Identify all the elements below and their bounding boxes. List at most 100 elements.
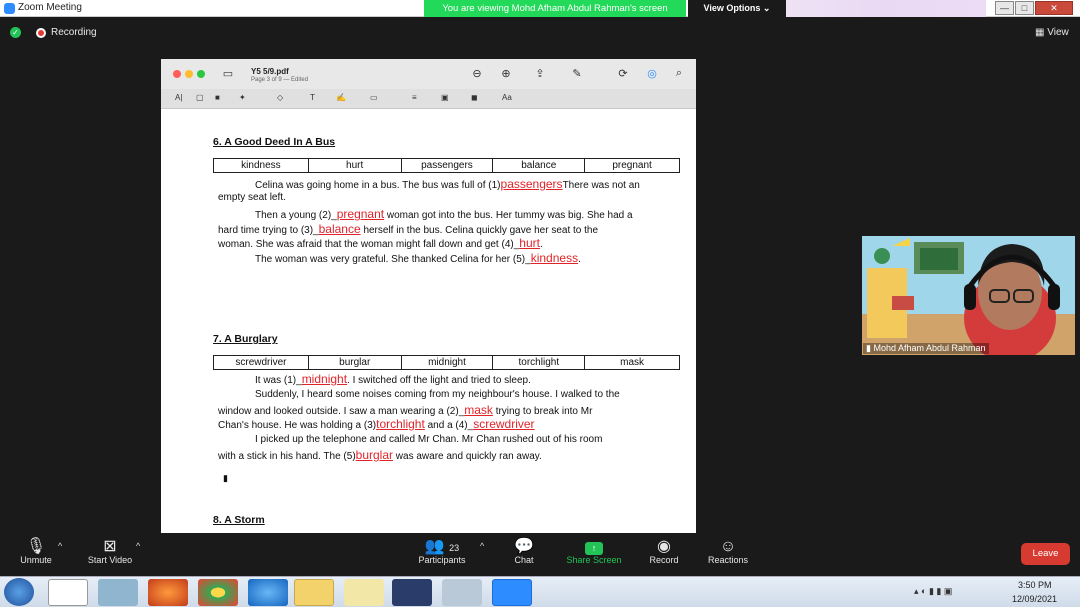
word-cell: torchlight <box>492 355 586 370</box>
text-line: woman. She was afraid that the woman mig… <box>218 236 543 250</box>
sticky-notes-icon[interactable] <box>344 579 384 606</box>
answer-text: balance <box>318 222 361 236</box>
media-player-icon[interactable] <box>392 579 432 606</box>
view-button[interactable]: ▦ View <box>1035 27 1069 38</box>
video-options-chevron-icon[interactable]: ^ <box>136 541 140 551</box>
start-menu-icon[interactable] <box>4 578 34 606</box>
answer-text: screwdriver <box>473 417 535 431</box>
view-label: View <box>1047 27 1069 38</box>
chat-bubble-icon: 💬 <box>514 538 534 555</box>
windows-taskbar: ▴ ◐ ▮ ▮ ▣ <box>0 576 1080 607</box>
text-fragment: window and looked outside. I saw a man w… <box>218 406 465 417</box>
recording-label[interactable]: Recording <box>51 27 97 38</box>
taskbar-clock-time[interactable]: 3:50 PM <box>1018 580 1052 590</box>
reactions-button[interactable]: ☺ Reactions <box>703 533 753 565</box>
unmute-button[interactable]: 🎙 Unmute <box>14 533 58 565</box>
zoom-taskbar-icon[interactable] <box>492 579 532 606</box>
text-line: hard time trying to (3)_balance herself … <box>218 222 598 236</box>
participant-name-label: ▮ Mohd Afham Abdul Rahman <box>863 343 989 354</box>
security-shield-icon[interactable]: ✓ <box>10 27 21 38</box>
participants-options-chevron-icon[interactable]: ^ <box>480 541 484 551</box>
window-title: Zoom Meeting <box>18 2 82 13</box>
text-line: Celina was going home in a bus. The bus … <box>255 177 640 191</box>
word-cell: kindness <box>213 158 309 173</box>
video-feed-image <box>862 236 1075 355</box>
calculator-icon[interactable] <box>442 579 482 606</box>
share-screen-label: Share Screen <box>566 555 622 565</box>
text-line: with a stick in his hand. The (5)burglar… <box>218 448 542 462</box>
view-options-button[interactable]: View Options ⌄ <box>688 0 786 17</box>
view-options-label: View Options <box>703 3 761 13</box>
text-fragment: Celina was going home in a bus. The bus … <box>255 180 501 191</box>
section-heading: 6. A Good Deed In A Bus <box>213 136 336 148</box>
text-line: I picked up the telephone and called Mr … <box>255 434 603 445</box>
maximize-button[interactable]: □ <box>1015 1 1034 15</box>
text-line: It was (1)_midnight. I switched off the … <box>255 372 531 386</box>
cursor-icon: ▮ <box>223 473 228 483</box>
text-fragment: Then a young (2)_ <box>255 210 337 221</box>
viewing-screen-banner: You are viewing Mohd Afham Abdul Rahman'… <box>424 0 686 17</box>
share-screen-button[interactable]: ↑ Share Screen <box>563 533 625 565</box>
emoji-smile-icon: ☺ <box>719 538 737 555</box>
microphone-muted-icon: 🎙 <box>25 538 47 555</box>
shared-pdf-window: ▭ Y5 5/9.pdf Page 3 of 9 — Edited ⊖ ⊕ ⇪ … <box>161 59 696 533</box>
answer-text: kindness <box>530 251 579 265</box>
text-fragment: trying to break into Mr <box>495 406 593 417</box>
taskbar-app-icon[interactable] <box>98 579 138 606</box>
text-line: Chan's house. He was holding a (3)torchl… <box>218 417 535 431</box>
taskbar-app-icon[interactable] <box>48 579 88 606</box>
participant-video-tile[interactable] <box>862 236 1075 355</box>
chrome-icon[interactable] <box>198 579 238 606</box>
audio-options-chevron-icon[interactable]: ^ <box>58 541 62 551</box>
text-fragment: herself in the bus. Celina quickly gave … <box>363 225 599 236</box>
word-cell: balance <box>492 158 586 173</box>
record-label: Record <box>649 555 679 565</box>
internet-explorer-icon[interactable] <box>248 579 288 606</box>
leave-button[interactable]: Leave <box>1021 543 1070 565</box>
text-fragment: with a stick in his hand. The (5) <box>218 451 356 462</box>
system-tray-icons[interactable]: ▴ ◐ ▮ ▮ ▣ <box>914 586 952 597</box>
word-box-table: screwdriver burglar midnight torchlight … <box>213 355 680 370</box>
text-fragment: hard time trying to (3)_ <box>218 225 319 236</box>
chat-button[interactable]: 💬 Chat <box>508 533 540 565</box>
text-fragment: The woman was very grateful. She thanked… <box>255 254 531 265</box>
pdf-page: 6. A Good Deed In A Bus kindness hurt pa… <box>161 59 696 533</box>
minimize-button[interactable]: — <box>995 1 1014 15</box>
participants-button[interactable]: 👥 23 Participants <box>412 533 472 565</box>
participants-label: Participants <box>418 555 466 565</box>
answer-text: passengers <box>500 177 563 191</box>
word-cell: midnight <box>400 355 494 370</box>
text-fragment: It was (1)_ <box>255 375 302 386</box>
title-bar-decoration <box>786 0 986 17</box>
signal-bars-icon: ▮ <box>866 343 871 353</box>
close-button[interactable]: ✕ <box>1035 1 1073 15</box>
participants-count: 23 <box>449 543 460 553</box>
firefox-icon[interactable] <box>148 579 188 606</box>
text-fragment: woman got into the bus. Her tummy was bi… <box>386 210 633 221</box>
participants-icon-wrap: 👥 23 <box>412 533 472 555</box>
text-line: window and looked outside. I saw a man w… <box>218 403 592 417</box>
video-camera-off-icon: ⊠ <box>103 538 117 555</box>
file-explorer-icon[interactable] <box>294 579 334 606</box>
record-button[interactable]: ◉ Record <box>644 533 684 565</box>
text-fragment: and a (4)_ <box>427 420 474 431</box>
unmute-label: Unmute <box>20 555 52 565</box>
taskbar-clock-date[interactable]: 12/09/2021 <box>1012 594 1057 604</box>
text-fragment: was aware and quickly ran away. <box>395 451 542 462</box>
start-video-button[interactable]: ⊠ Start Video <box>82 533 138 565</box>
word-cell: passengers <box>400 158 494 173</box>
word-cell: screwdriver <box>213 355 309 370</box>
record-icon: ◉ <box>657 538 671 555</box>
start-video-label: Start Video <box>87 555 133 565</box>
zoom-app-icon <box>4 3 15 14</box>
answer-text: pregnant <box>336 207 385 221</box>
text-line: empty seat left. <box>218 192 286 203</box>
word-cell: pregnant <box>584 158 680 173</box>
text-fragment: woman. She was afraid that the woman mig… <box>218 239 520 250</box>
grid-icon: ▦ <box>1035 27 1045 38</box>
word-cell: hurt <box>307 158 402 173</box>
reactions-label: Reactions <box>707 555 749 565</box>
answer-text: torchlight <box>376 417 425 431</box>
section-heading: 7. A Burglary <box>213 333 278 345</box>
answer-text: burglar <box>355 448 394 462</box>
